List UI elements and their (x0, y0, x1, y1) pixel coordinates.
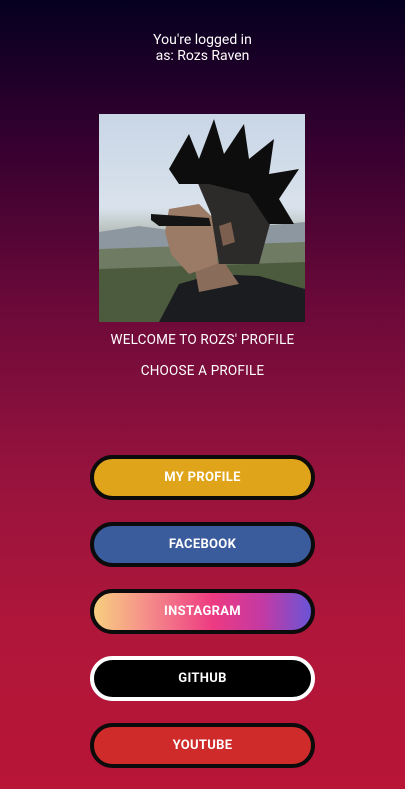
login-status: You're logged in as: Rozs Raven (0, 32, 405, 64)
profile-photo (99, 114, 305, 322)
login-status-line2: as: Rozs Raven (155, 48, 250, 64)
choose-profile-text: CHOOSE A PROFILE (140, 363, 265, 379)
login-status-line1: You're logged in (153, 32, 252, 48)
facebook-button[interactable]: FACEBOOK (90, 522, 315, 567)
github-button[interactable]: GITHUB (90, 656, 315, 701)
my-profile-button[interactable]: MY PROFILE (90, 455, 315, 500)
welcome-text: WELCOME TO ROZS' PROFILE (110, 332, 295, 348)
youtube-button[interactable]: YOUTUBE (90, 723, 315, 768)
instagram-button[interactable]: INSTAGRAM (90, 589, 315, 634)
